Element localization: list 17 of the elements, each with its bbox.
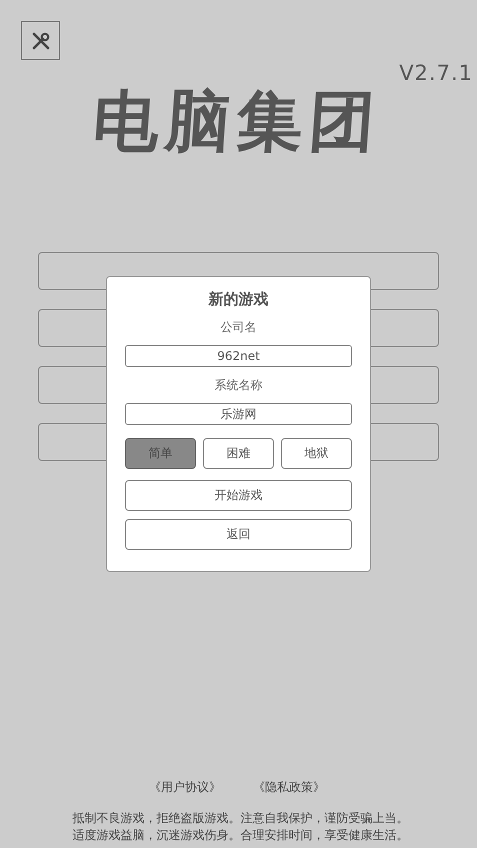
difficulty-button[interactable]: 困难: [203, 438, 274, 469]
start-button[interactable]: 开始游戏: [125, 480, 352, 511]
name-input[interactable]: 乐游网: [125, 403, 352, 425]
policy-link[interactable]: 《隐私政策》: [253, 779, 325, 796]
name-input[interactable]: 962net: [125, 345, 352, 367]
dialog-title: 新的游戏: [208, 290, 268, 309]
tools-icon: [30, 30, 50, 50]
notice-text: 抵制不良游戏，拒绝盗版游戏。注意自我保护，谨防受骗上当。: [72, 810, 410, 827]
field-label: 系统名称: [214, 377, 262, 394]
notice-text: 适度游戏益脑，沉迷游戏伤身。合理安排时间，享受健康生活。: [72, 827, 410, 844]
game-title: 电脑集团: [89, 81, 384, 162]
difficulty-button[interactable]: 地狱: [281, 438, 352, 469]
tools-button[interactable]: [21, 21, 60, 60]
policy-link[interactable]: 《用户协议》: [149, 779, 221, 796]
back-button[interactable]: 返回: [125, 519, 352, 550]
version-label: V2.7.1: [399, 61, 473, 85]
field-label: 公司名: [220, 319, 256, 336]
